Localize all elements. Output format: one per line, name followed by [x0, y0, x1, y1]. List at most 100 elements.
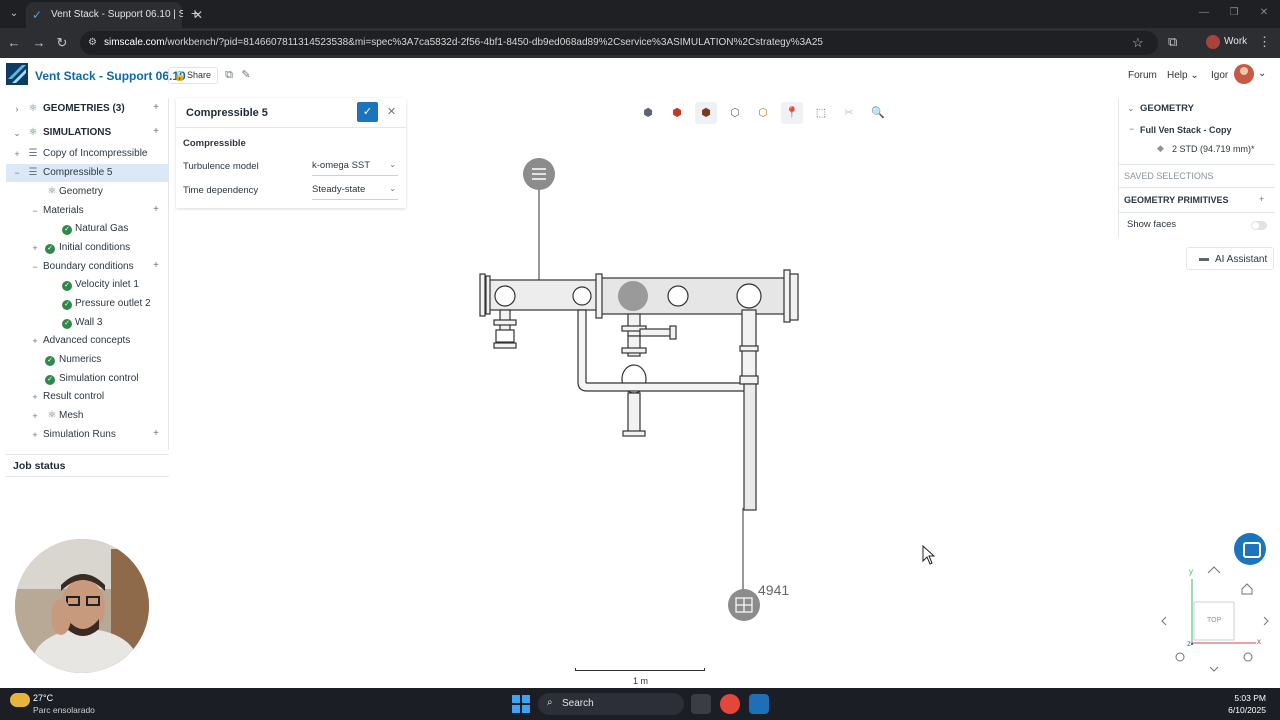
tree-item-materials[interactable]: − Materials + [6, 202, 169, 220]
tab-search-icon[interactable]: ⌄ [4, 4, 24, 24]
tree-item-mesh[interactable]: + ⚛ Mesh [6, 407, 169, 425]
browser-tab[interactable]: ✓ Vent Stack - Support 06.10 | Sim ✕ [26, 2, 203, 28]
collapse-icon: − [1129, 124, 1135, 134]
geometry-model[interactable] [470, 150, 810, 625]
divider [1119, 187, 1275, 188]
weather-icon[interactable] [10, 693, 30, 707]
expand-icon[interactable]: + [30, 334, 40, 348]
transparent-view-icon[interactable]: ⬡ [752, 102, 774, 124]
close-panel-icon[interactable]: ✕ [383, 102, 400, 122]
axis-z-label: z [1187, 639, 1191, 648]
reload-icon[interactable]: ↻ [53, 34, 71, 52]
tree-item-simulation-runs[interactable]: + Simulation Runs + [6, 426, 169, 444]
site-info-icon[interactable]: ⚙ [88, 36, 102, 50]
time-dependency-select[interactable]: Steady-state ⌄ [312, 184, 398, 200]
user-menu-chevron-icon[interactable]: ⌄ [1258, 68, 1266, 79]
wireframe-view-icon[interactable]: ⬡ [724, 102, 746, 124]
new-tab-icon[interactable]: + [186, 4, 204, 22]
show-faces-toggle[interactable] [1251, 221, 1267, 230]
tree-item-wall[interactable]: ✓ Wall 3 [6, 314, 169, 332]
tree-item-copy-of-incompressible[interactable]: + ☰ Copy of Incompressible [6, 145, 169, 163]
clock-date[interactable]: 6/10/2025 [1210, 705, 1266, 715]
expand-icon[interactable]: + [30, 241, 40, 255]
minimize-icon[interactable]: — [1194, 4, 1214, 22]
tree-item-advanced-concepts[interactable]: + Advanced concepts [6, 332, 169, 350]
tree-geometries[interactable]: › ⚛ GEOMETRIES (3) + [6, 100, 169, 118]
view-cube-icon[interactable]: ⬢ [637, 102, 659, 124]
geometries-icon: ⚛ [28, 103, 38, 114]
expand-icon[interactable]: + [12, 147, 22, 161]
tree-item-geometry[interactable]: ⚛ Geometry [6, 183, 169, 201]
add-run-icon[interactable]: + [153, 428, 159, 439]
collapse-icon[interactable]: − [30, 204, 40, 218]
user-name[interactable]: Igor [1211, 70, 1228, 81]
navigation-cube[interactable]: TOP y x z [1160, 565, 1272, 677]
add-geometry-icon[interactable]: + [153, 102, 159, 113]
expand-icon[interactable]: + [30, 428, 40, 442]
confirm-button[interactable]: ✓ [357, 102, 378, 122]
chat-icon: ▬ [1199, 253, 1209, 264]
collapse-icon[interactable]: − [30, 260, 40, 274]
box-select-icon[interactable]: ⬚ [810, 102, 832, 124]
chevron-right-icon[interactable]: › [12, 102, 22, 116]
project-title[interactable]: Vent Stack - Support 06.10 [35, 69, 186, 83]
tree-item-compressible-5[interactable]: − ☰ Compressible 5 [6, 164, 169, 182]
forum-link[interactable]: Forum [1128, 70, 1157, 81]
shaded-view-icon[interactable]: ⬢ [666, 102, 688, 124]
copy-link-icon[interactable]: ⧉ [222, 68, 236, 82]
pin-icon[interactable]: 📍 [781, 102, 803, 124]
expand-icon[interactable]: + [30, 409, 40, 423]
expand-icon[interactable]: + [30, 390, 40, 404]
webcam-overlay [15, 539, 149, 673]
task-view-icon[interactable] [691, 694, 711, 714]
shaded-edges-view-icon[interactable]: ⬢ [695, 102, 717, 124]
weather-description[interactable]: Parc ensolarado [33, 705, 95, 715]
close-window-icon[interactable]: ✕ [1254, 4, 1274, 22]
add-boundary-condition-icon[interactable]: + [153, 260, 159, 271]
ai-assistant-button[interactable]: ▬ AI Assistant [1186, 247, 1274, 270]
tree-item-velocity-inlet[interactable]: ✓ Velocity inlet 1 [6, 276, 169, 294]
section-view-icon[interactable]: ✂ [838, 102, 860, 124]
edit-icon[interactable]: ✎ [239, 68, 253, 82]
tree-item-boundary-conditions[interactable]: − Boundary conditions + [6, 258, 169, 276]
job-status-panel[interactable]: Job status [6, 454, 169, 477]
check-icon: ✓ [60, 278, 74, 292]
chrome-icon[interactable] [720, 694, 740, 714]
chevron-down-icon[interactable]: ⌄ [12, 126, 22, 140]
tree-item-natural-gas[interactable]: ✓ Natural Gas [6, 220, 169, 238]
windows-start-icon[interactable] [512, 695, 530, 713]
back-icon[interactable]: ← [5, 34, 23, 52]
measure-icon[interactable]: 🔍 [867, 102, 889, 124]
weather-temperature[interactable]: 27°C [33, 693, 53, 703]
taskbar-search[interactable]: ⌕ Search [538, 693, 684, 715]
avatar[interactable] [1234, 64, 1254, 84]
chevron-down-icon: ⌄ [1127, 103, 1135, 113]
node-count-label: 4941 [758, 582, 790, 598]
extensions-icon[interactable]: ⧉ [1168, 34, 1177, 50]
clock-time[interactable]: 5:03 PM [1222, 693, 1266, 703]
simscale-logo[interactable] [6, 63, 28, 85]
simscale-app-icon[interactable] [749, 694, 769, 714]
tree-item-pressure-outlet[interactable]: ✓ Pressure outlet 2 [6, 295, 169, 313]
add-material-icon[interactable]: + [153, 204, 159, 215]
support-chat-button[interactable] [1234, 533, 1266, 565]
help-menu[interactable]: Help ⌄ [1167, 70, 1199, 81]
tree-item-simulation-control[interactable]: ✓ Simulation control [6, 370, 169, 388]
tree-simulations[interactable]: ⌄ ⚛ SIMULATIONS + [6, 124, 169, 142]
tree-item-result-control[interactable]: + Result control [6, 388, 169, 406]
bookmark-star-icon[interactable]: ☆ [1132, 35, 1144, 51]
forward-icon[interactable]: → [30, 34, 48, 52]
mesh-icon: ⚛ [47, 410, 57, 421]
tree-item-numerics[interactable]: ✓ Numerics [6, 351, 169, 369]
turbulence-model-select[interactable]: k-omega SST ⌄ [312, 160, 398, 176]
axis-y-label: y [1189, 567, 1193, 576]
share-button[interactable]: 🔓 Share [168, 67, 219, 84]
add-simulation-icon[interactable]: + [153, 126, 159, 137]
maximize-icon[interactable]: ❐ [1224, 4, 1244, 22]
profile-button[interactable]: Work [1202, 32, 1250, 54]
add-primitive-icon[interactable]: + [1259, 194, 1264, 204]
collapse-icon[interactable]: − [12, 166, 22, 180]
url-field[interactable]: ⚙ simscale.com/workbench/?pid=8146607811… [80, 31, 1158, 55]
browser-menu-icon[interactable]: ⋮ [1258, 34, 1271, 50]
tree-item-initial-conditions[interactable]: + ✓ Initial conditions [6, 239, 169, 257]
